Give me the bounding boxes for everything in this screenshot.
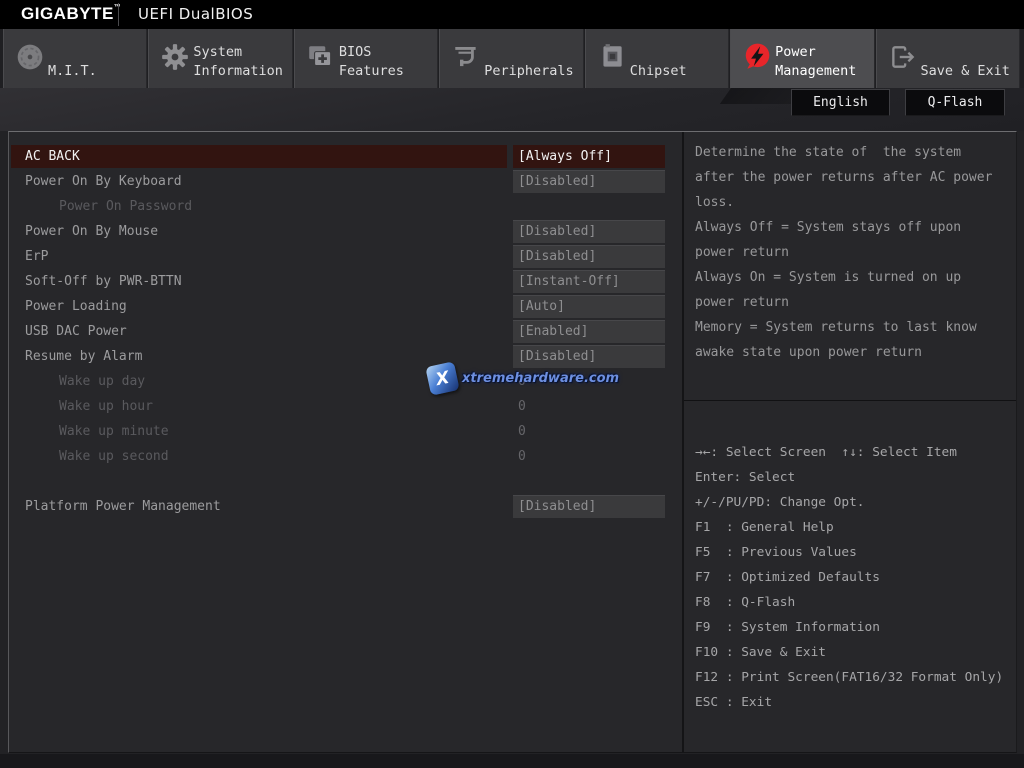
tab-mit[interactable]: M.I.T. (3, 29, 147, 88)
setting-row-ac-back[interactable]: AC BACK [Always Off] (9, 144, 682, 169)
tab-system-information[interactable]: SystemInformation (148, 29, 292, 88)
setting-value: 0 (518, 395, 526, 418)
setting-row-erp[interactable]: ErP [Disabled] (9, 244, 682, 269)
help-panel: Determine the state of the system after … (682, 132, 1016, 752)
setting-value: [Disabled] (513, 245, 665, 268)
gigabyte-logo: GIGABYTE™ (21, 4, 121, 24)
tab-power-management[interactable]: PowerManagement (730, 29, 874, 88)
mit-dial-icon (15, 42, 45, 72)
item-help-text: Determine the state of the system after … (695, 140, 992, 365)
tab-label: PowerManagement (775, 43, 856, 81)
setting-row-platform-power-management[interactable]: Platform Power Management [Disabled] (9, 494, 682, 519)
language-button[interactable]: English (791, 89, 890, 116)
setting-value: [Disabled] (513, 170, 665, 193)
header-divider (118, 3, 119, 26)
setting-label: Soft-Off by PWR-BTTN (11, 270, 507, 293)
setting-label: Wake up second (11, 445, 507, 468)
setting-value: [Disabled] (513, 220, 665, 243)
save-exit-door-icon (888, 42, 918, 72)
bios-screen: GIGABYTE™ UEFI DualBIOS M.I.T. (0, 0, 1024, 768)
setting-label: Power On By Mouse (11, 220, 507, 243)
tab-peripherals[interactable]: Peripherals (439, 29, 583, 88)
bottom-strip (0, 754, 1024, 768)
watermark-x-icon: X (425, 361, 459, 395)
setting-row-power-on-by-mouse[interactable]: Power On By Mouse [Disabled] (9, 219, 682, 244)
qflash-button[interactable]: Q-Flash (905, 89, 1005, 116)
watermark-text: xtremehardware.com (462, 371, 619, 386)
setting-label: AC BACK (11, 145, 507, 168)
tab-label: M.I.T. (48, 62, 97, 81)
settings-list: AC BACK [Always Off] Power On By Keyboar… (9, 132, 682, 752)
tab-label: Peripherals (484, 62, 573, 81)
setting-value: [Always Off] (513, 145, 665, 168)
setting-row-wake-up-minute: Wake up minute 0 (9, 419, 682, 444)
setting-row-wake-up-second: Wake up second 0 (9, 444, 682, 469)
key-shortcuts-text: →←: Select Screen ↑↓: Select Item Enter:… (695, 440, 1003, 715)
setting-row-usb-dac-power[interactable]: USB DAC Power [Enabled] (9, 319, 682, 344)
setting-value: [Instant-Off] (513, 270, 665, 293)
setting-row-power-loading[interactable]: Power Loading [Auto] (9, 294, 682, 319)
power-bolt-icon (742, 42, 772, 72)
tab-label: SystemInformation (193, 43, 282, 81)
tab-chipset[interactable]: Chipset (585, 29, 729, 88)
product-title: UEFI DualBIOS (138, 5, 253, 23)
setting-label: ErP (11, 245, 507, 268)
setting-row-power-on-password: Power On Password (9, 194, 682, 219)
tab-bios-features[interactable]: BIOSFeatures (294, 29, 438, 88)
tab-save-exit[interactable]: Save & Exit (876, 29, 1020, 88)
main-panel: AC BACK [Always Off] Power On By Keyboar… (8, 131, 1017, 753)
setting-row-wake-up-hour: Wake up hour 0 (9, 394, 682, 419)
setting-value: 0 (518, 420, 526, 443)
setting-label: Power On Password (11, 195, 507, 218)
setting-label: Power On By Keyboard (11, 170, 507, 193)
setting-value: [Enabled] (513, 320, 665, 343)
setting-row-soft-off-by-pwr-bttn[interactable]: Soft-Off by PWR-BTTN [Instant-Off] (9, 269, 682, 294)
setting-label: Power Loading (11, 295, 507, 318)
setting-label: Platform Power Management (11, 495, 507, 518)
tab-label: BIOSFeatures (339, 43, 404, 81)
peripherals-plug-icon (451, 42, 481, 72)
setting-value: [Disabled] (513, 495, 665, 518)
setting-label: Wake up minute (11, 420, 507, 443)
chipset-chip-icon (597, 42, 627, 72)
setting-label: Wake up hour (11, 395, 507, 418)
header-bar: GIGABYTE™ UEFI DualBIOS (0, 0, 1024, 29)
setting-row-power-on-by-keyboard[interactable]: Power On By Keyboard [Disabled] (9, 169, 682, 194)
tab-label: Save & Exit (921, 62, 1010, 81)
watermark: X xtremehardware.com (428, 364, 619, 393)
tab-label: Chipset (630, 62, 687, 81)
tab-bar: M.I.T. SystemInformation (0, 29, 1024, 88)
bios-folders-icon (306, 42, 336, 72)
help-panel-divider (684, 400, 1016, 401)
setting-value: [Auto] (513, 295, 665, 318)
setting-value: 0 (518, 445, 526, 468)
gear-icon (160, 42, 190, 72)
setting-label: USB DAC Power (11, 320, 507, 343)
